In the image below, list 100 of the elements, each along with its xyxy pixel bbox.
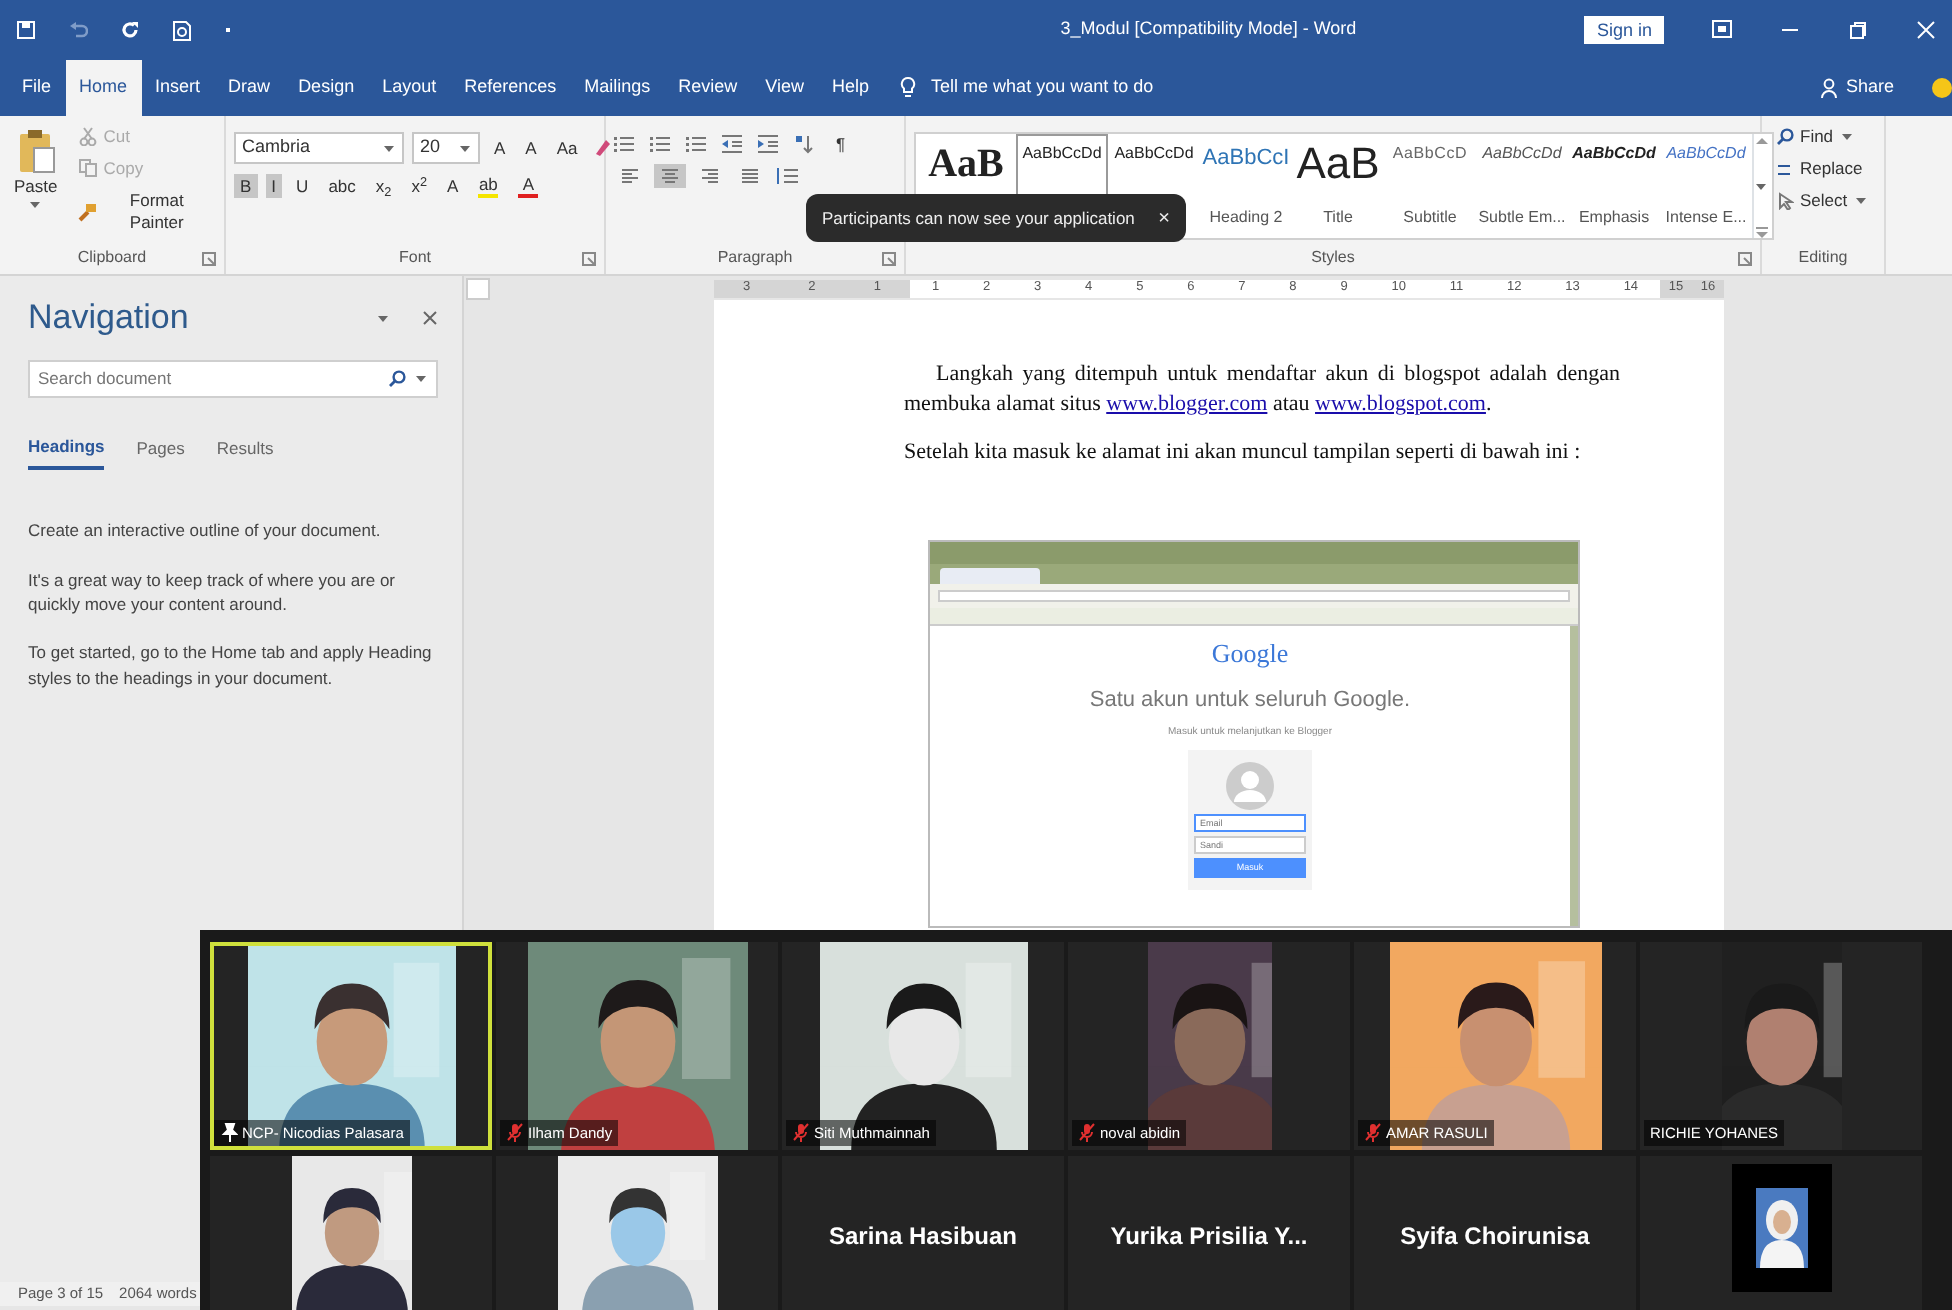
font-format-button[interactable]: B: [234, 174, 258, 199]
toast-close-button[interactable]: ×: [1158, 203, 1170, 233]
dialog-launcher-icon[interactable]: [202, 251, 216, 265]
numbering-icon[interactable]: [650, 134, 670, 155]
scroll-down-icon[interactable]: [1754, 180, 1770, 192]
group-label: Font: [398, 246, 431, 270]
group-label: Editing: [1798, 246, 1848, 270]
ribbon-tab[interactable]: Draw: [214, 60, 285, 116]
refresh-icon[interactable]: [120, 20, 140, 40]
help-text: It's a great way to keep track of where you are or quickly move your content around.: [28, 567, 398, 617]
style-option[interactable]: AaBbCcDd Intense E...: [1660, 134, 1752, 238]
ribbon-tab[interactable]: Home: [65, 60, 142, 116]
caret-icon: [1853, 194, 1868, 207]
search-icon: [1776, 127, 1794, 146]
undo-icon[interactable]: [68, 20, 88, 40]
align-center-icon: [660, 166, 680, 187]
dialog-launcher-icon[interactable]: [582, 251, 596, 265]
sign-in-button[interactable]: Sign in: [1584, 15, 1664, 45]
style-option[interactable]: AaBbCcI Heading 2: [1200, 134, 1292, 238]
increase-indent-icon[interactable]: [758, 134, 778, 155]
replace-button[interactable]: Replace: [1770, 156, 1874, 181]
style-option[interactable]: AaBbCcDd Subtle Em...: [1476, 134, 1568, 238]
save-icon[interactable]: [16, 20, 36, 40]
font-format-button[interactable]: x$^{2}$: [405, 174, 433, 199]
paintbrush-icon: [77, 201, 98, 222]
ribbon-tab[interactable]: Help: [818, 60, 884, 116]
replace-icon: [1776, 159, 1794, 178]
group-label: Paragraph: [717, 246, 793, 270]
font-name-field[interactable]: Cambria: [234, 132, 404, 164]
more-icon[interactable]: [1754, 226, 1770, 238]
search-field[interactable]: Search document: [28, 359, 438, 397]
ribbon-tab[interactable]: Review: [664, 60, 752, 116]
participant-name: Yurika Prisilia Y...: [1110, 1220, 1308, 1254]
font-tool-button[interactable]: A: [519, 135, 543, 161]
scroll-up-icon[interactable]: [1754, 134, 1770, 146]
ribbon-tab[interactable]: File: [8, 60, 66, 116]
navigation-title: Navigation: [28, 296, 189, 340]
restore-icon[interactable]: [1848, 19, 1868, 40]
font-format-button[interactable]: abc: [322, 174, 362, 199]
document-paragraph: Setelah kita masuk ke alamat ini akan muncul tampilan seperti di bawah ini :: [904, 437, 1583, 468]
font-size-field[interactable]: 20: [412, 132, 480, 164]
ribbon-tab[interactable]: Layout: [368, 60, 451, 116]
font-format-button[interactable]: I: [265, 174, 283, 199]
ribbon-tab[interactable]: View: [751, 60, 819, 116]
caret-icon: [1839, 130, 1854, 143]
dialog-launcher-icon[interactable]: [1738, 251, 1752, 265]
caret-icon: [28, 198, 43, 211]
navigation-tab[interactable]: Results: [216, 429, 274, 471]
clipboard-button[interactable]: Format Painter: [71, 188, 216, 234]
ribbon-display-icon[interactable]: [1712, 20, 1732, 39]
page-heading: Satu akun untuk seluruh Google.: [1089, 686, 1411, 717]
select-button[interactable]: Select: [1770, 188, 1874, 214]
font-format-button[interactable]: ab: [472, 172, 505, 201]
font-format-button[interactable]: x$_{2}$: [369, 174, 398, 199]
lightbulb-icon[interactable]: [899, 76, 916, 100]
style-option[interactable]: AaB Title: [1292, 134, 1384, 238]
line-spacing-icon[interactable]: [774, 166, 798, 187]
scissors-icon: [77, 126, 98, 147]
cursor-icon: [1776, 191, 1794, 210]
avatar-icon: [1226, 762, 1274, 811]
caret-icon: [458, 142, 472, 154]
style-option[interactable]: AaBbCcDd Emphasis: [1568, 134, 1660, 238]
tell-me-field[interactable]: Tell me what you want to do: [931, 74, 1154, 102]
font-format-button[interactable]: A: [512, 172, 545, 201]
ribbon-tab[interactable]: References: [450, 60, 571, 116]
ribbon-tab[interactable]: Insert: [141, 60, 215, 116]
ribbon-tab[interactable]: Design: [284, 60, 369, 116]
decrease-indent-icon[interactable]: [722, 134, 742, 155]
group-label: Styles: [1311, 246, 1355, 270]
search-icon[interactable]: [388, 369, 406, 387]
link[interactable]: www.blogger.com: [1106, 391, 1268, 416]
ribbon-tab[interactable]: Mailings: [570, 60, 665, 116]
show-marks-button[interactable]: ¶: [830, 132, 852, 157]
close-icon[interactable]: [422, 309, 438, 326]
caret-icon[interactable]: [414, 372, 428, 384]
multilevel-list-icon[interactable]: [686, 134, 706, 155]
navigation-tab[interactable]: Headings: [28, 429, 105, 471]
link[interactable]: www.blogspot.com: [1315, 391, 1486, 416]
font-tool-button[interactable]: Aa: [550, 135, 584, 161]
style-option[interactable]: AaBbCcD Subtitle: [1384, 134, 1476, 238]
dropdown-icon[interactable]: [376, 311, 390, 324]
sort-icon[interactable]: [794, 134, 814, 155]
participant-name: Sarina Hasibuan: [828, 1220, 1018, 1254]
justify-icon: [740, 166, 760, 187]
search-input[interactable]: Search document: [38, 361, 388, 395]
help-text: To get started, go to the Home tab and apply Heading styles to the headings in your document.: [28, 640, 434, 690]
clear-formatting-icon[interactable]: [591, 138, 612, 158]
font-format-button[interactable]: A: [441, 174, 465, 199]
dialog-launcher-icon[interactable]: [882, 251, 896, 265]
font-format-button[interactable]: U: [290, 174, 315, 199]
find-button[interactable]: Find: [1770, 124, 1874, 149]
paste-button[interactable]: Paste: [8, 124, 64, 246]
font-tool-button[interactable]: A: [488, 135, 512, 161]
alignment-button[interactable]: [654, 164, 686, 189]
print-preview-icon[interactable]: [172, 19, 192, 41]
logo: Google: [1211, 635, 1289, 672]
navigation-tab[interactable]: Pages: [136, 429, 185, 471]
share-button[interactable]: Share: [1805, 60, 1908, 116]
help-text: Create an interactive outline of your document.: [28, 518, 383, 544]
bullets-icon[interactable]: [614, 134, 634, 155]
